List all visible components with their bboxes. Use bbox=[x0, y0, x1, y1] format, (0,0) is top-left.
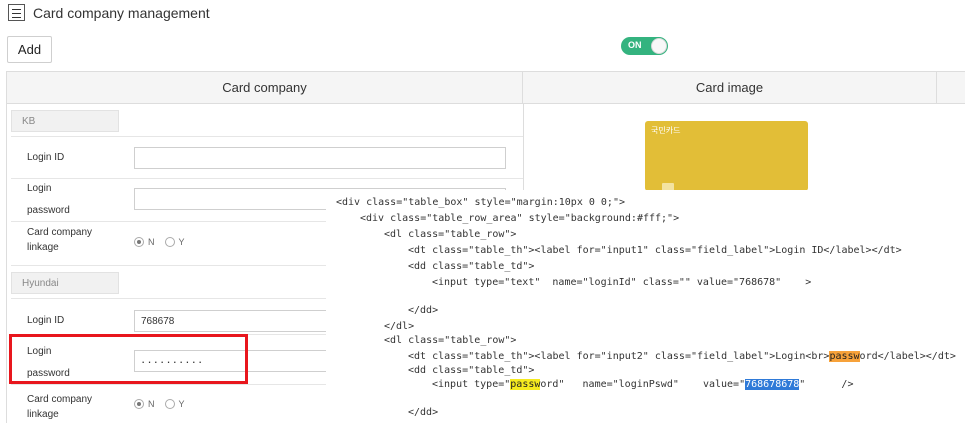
code-segment: <input type=" bbox=[432, 379, 511, 390]
linkage-label: linkage bbox=[27, 409, 59, 420]
radio-n-label: N bbox=[148, 399, 155, 409]
code-line: <dt class="table_th"><label for="input1"… bbox=[408, 245, 902, 256]
top-bar: Card company management bbox=[0, 0, 965, 30]
radio-y-label: Y bbox=[178, 399, 185, 409]
code-line: <dt class="table_th"><label for="input2"… bbox=[408, 350, 956, 364]
row-separator bbox=[11, 178, 523, 179]
code-line: <dd class="table_td"> bbox=[408, 365, 535, 376]
login-label: Login bbox=[27, 183, 52, 194]
card-image-kb: 국민카드 bbox=[645, 121, 808, 191]
toggle-label: ON bbox=[628, 40, 642, 50]
page-title: Card company management bbox=[33, 5, 210, 21]
row-separator bbox=[11, 136, 523, 137]
radio-y[interactable] bbox=[164, 237, 175, 247]
toggle-knob bbox=[651, 38, 667, 54]
password-label: password bbox=[27, 205, 70, 216]
code-line: <div class="table_box" style="margin:10p… bbox=[336, 197, 625, 208]
code-segment: <dt class="table_th"><label for="input2"… bbox=[408, 351, 830, 362]
company-name-hyundai: Hyundai bbox=[11, 272, 119, 294]
code-line: <dd class="table_td"> bbox=[408, 261, 535, 272]
code-line: </dd> bbox=[408, 407, 439, 418]
code-line: </dl> bbox=[384, 321, 415, 332]
add-button[interactable]: Add bbox=[7, 36, 52, 63]
code-highlight-password: passw bbox=[510, 379, 541, 390]
code-highlight-password: passw bbox=[829, 351, 860, 362]
linkage-label: linkage bbox=[27, 242, 59, 253]
hamburger-menu-icon[interactable] bbox=[8, 4, 25, 21]
radio-n[interactable] bbox=[134, 237, 144, 247]
on-off-toggle[interactable]: ON bbox=[621, 37, 668, 55]
radio-y[interactable] bbox=[164, 399, 175, 409]
code-line: <input type="password" name="loginPswd" … bbox=[432, 378, 853, 392]
login-id-label: Login ID bbox=[27, 315, 65, 326]
column-header-extra bbox=[937, 72, 965, 104]
code-line: <input type="text" name="loginId" class=… bbox=[432, 277, 812, 288]
login-id-label: Login ID bbox=[27, 152, 65, 163]
hyundai-linkage-radio-group: N Y bbox=[134, 399, 195, 409]
kb-login-id-input[interactable] bbox=[134, 147, 506, 169]
radio-n[interactable] bbox=[134, 399, 144, 409]
company-name-kb: KB bbox=[11, 110, 119, 132]
kb-linkage-radio-group: N Y bbox=[134, 237, 195, 247]
code-segment: ord" name="loginPswd" value=" bbox=[540, 379, 746, 390]
radio-y-label: Y bbox=[178, 237, 185, 247]
source-code-panel: <div class="table_box" style="margin:10p… bbox=[326, 190, 965, 423]
code-highlight-password-value: 768678678 bbox=[745, 379, 800, 390]
password-field-highlight-box bbox=[9, 334, 248, 384]
code-line: <dl class="table_row"> bbox=[384, 229, 517, 240]
code-segment: " /> bbox=[799, 379, 854, 390]
code-segment: ord</label></dt> bbox=[859, 351, 956, 362]
card-image-text: 국민카드 bbox=[651, 126, 681, 135]
code-line: </dd> bbox=[408, 305, 439, 316]
column-header-card-image: Card image bbox=[523, 72, 937, 104]
radio-n-label: N bbox=[148, 237, 155, 247]
code-line: <dl class="table_row"> bbox=[384, 335, 517, 346]
code-line: <div class="table_row_area" style="backg… bbox=[360, 213, 680, 224]
column-header-card-company: Card company bbox=[7, 72, 523, 104]
